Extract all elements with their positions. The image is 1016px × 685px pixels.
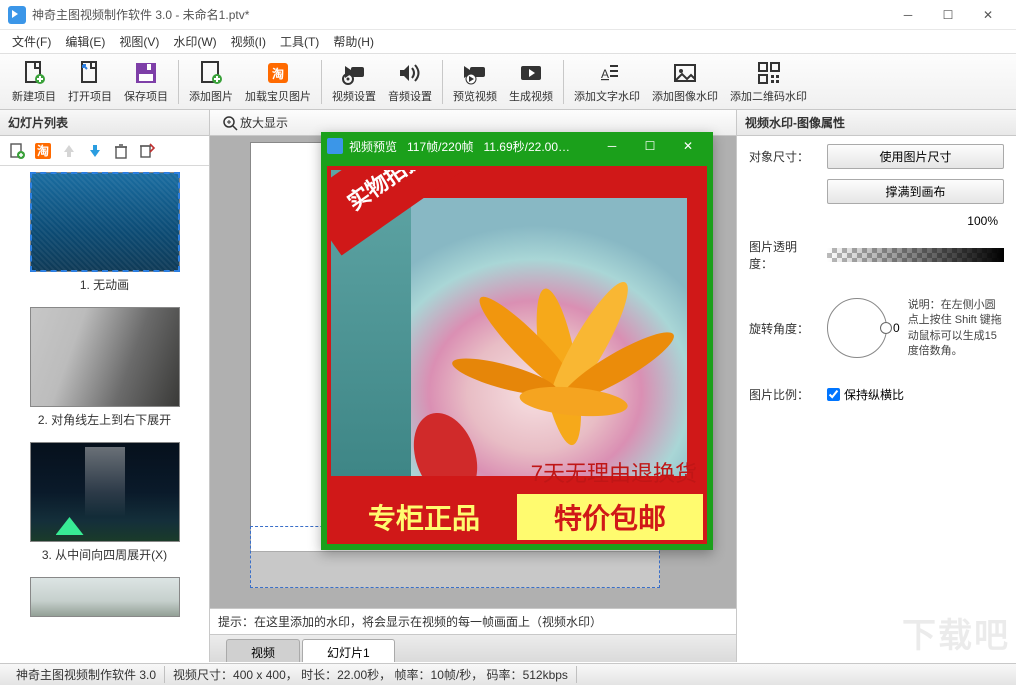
slide-item[interactable]	[14, 577, 195, 617]
maximize-button[interactable]: ☐	[928, 0, 968, 30]
slide-toolbar: 淘	[0, 136, 209, 166]
menu-file[interactable]: 文件(F)	[8, 31, 55, 52]
save-project-button[interactable]: 保存项目	[118, 56, 174, 108]
move-down-icon[interactable]	[84, 140, 106, 162]
properties-title: 视频水印-图像属性	[737, 110, 1016, 136]
qrcode-watermark-button[interactable]: 添加二维码水印	[724, 56, 813, 108]
bottom-text-right: 特价包邮	[517, 494, 703, 540]
preview-time: 11.69秒/22.00…	[484, 138, 571, 155]
use-image-size-button[interactable]: 使用图片尺寸	[827, 144, 1004, 169]
open-project-button[interactable]: 打开项目	[62, 56, 118, 108]
video-preview-window: 视频预览 117帧/220帧 11.69秒/22.00… ─ ☐ ✕	[321, 132, 713, 550]
status-bar: 神奇主图视频制作软件 3.0 视频尺寸：400 x 400， 时长：22.00秒…	[0, 663, 1016, 685]
menubar: 文件(F) 编辑(E) 视图(V) 水印(W) 视频(I) 工具(T) 帮助(H…	[0, 30, 1016, 54]
slide-item[interactable]: 2. 对角线左上到右下展开	[14, 307, 195, 428]
zoom-in-button[interactable]: 放大显示	[218, 114, 292, 131]
preview-maximize-button[interactable]: ☐	[631, 139, 669, 153]
site-watermark: 下载吧	[902, 608, 1010, 657]
status-app: 神奇主图视频制作软件 3.0	[8, 666, 165, 683]
slide-list[interactable]: 1. 无动画 2. 对角线左上到右下展开 3. 从中间向四周展开(X)	[0, 166, 209, 662]
preview-close-button[interactable]: ✕	[669, 139, 707, 153]
preview-canvas: 实物拍摄 7天无理由退换货 专柜正品 特价包邮	[327, 166, 707, 544]
move-up-icon[interactable]	[58, 140, 80, 162]
status-info: 视频尺寸：400 x 400， 时长：22.00秒， 帧率：10帧/秒， 码率：…	[165, 666, 577, 683]
svg-text:A: A	[601, 67, 609, 81]
preview-title: 视频预览	[349, 138, 397, 155]
menu-help[interactable]: 帮助(H)	[329, 31, 378, 52]
text-watermark-button[interactable]: A添加文字水印	[568, 56, 646, 108]
rotate-value: 0	[893, 321, 900, 335]
clear-slides-icon[interactable]	[136, 140, 158, 162]
rotate-dial[interactable]	[827, 298, 887, 358]
preview-minimize-button[interactable]: ─	[593, 139, 631, 153]
menu-tool[interactable]: 工具(T)	[276, 31, 323, 52]
slide-item[interactable]: 1. 无动画	[14, 172, 195, 293]
add-slide-icon[interactable]	[6, 140, 28, 162]
fill-canvas-button[interactable]: 撑满到画布	[827, 179, 1004, 204]
properties-panel: 视频水印-图像属性 对象尺寸： 使用图片尺寸 撑满到画布 100% 图片透明度：…	[736, 110, 1016, 662]
load-baobei-button[interactable]: 淘加载宝贝图片	[239, 56, 317, 108]
main-toolbar: 新建项目 打开项目 保存项目 添加图片 淘加载宝贝图片 视频设置 音频设置 预览…	[0, 54, 1016, 110]
preview-app-icon	[327, 138, 343, 154]
delete-slide-icon[interactable]	[110, 140, 132, 162]
slide-list-panel: 幻灯片列表 淘 1. 无动画 2. 对角线左上到右下展开 3. 从中间向四周展开…	[0, 110, 210, 662]
add-image-button[interactable]: 添加图片	[183, 56, 239, 108]
preview-video-button[interactable]: 预览视频	[447, 56, 503, 108]
rotate-description: 说明：在左侧小圆点上按住 Shift 键拖动鼠标可以生成15度倍数角。	[908, 298, 1004, 360]
new-project-button[interactable]: 新建项目	[6, 56, 62, 108]
tab-slide1[interactable]: 幻灯片1	[302, 639, 395, 662]
preview-titlebar[interactable]: 视频预览 117帧/220帧 11.69秒/22.00… ─ ☐ ✕	[321, 132, 713, 160]
window-titlebar: 神奇主图视频制作软件 3.0 - 未命名1.ptv* ─ ☐ ✕	[0, 0, 1016, 30]
opacity-label: 图片透明度：	[749, 238, 819, 272]
tab-video[interactable]: 视频	[226, 639, 300, 662]
video-settings-button[interactable]: 视频设置	[326, 56, 382, 108]
return-text: 7天无理由退换货	[531, 456, 697, 488]
menu-video[interactable]: 视频(I)	[227, 31, 270, 52]
ratio-label: 图片比例：	[749, 386, 819, 403]
menu-view[interactable]: 视图(V)	[115, 31, 163, 52]
hint-text: 提示：在这里添加的水印，将会显示在视频的每一帧画面上（视频水印）	[210, 608, 736, 634]
audio-settings-button[interactable]: 音频设置	[382, 56, 438, 108]
close-button[interactable]: ✕	[968, 0, 1008, 30]
keep-ratio-checkbox[interactable]: 保持纵横比	[827, 386, 904, 403]
object-size-label: 对象尺寸：	[749, 148, 819, 165]
canvas-tabs: 视频 幻灯片1	[210, 634, 736, 662]
image-watermark-button[interactable]: 添加图像水印	[646, 56, 724, 108]
svg-text:淘: 淘	[37, 143, 49, 158]
slide-item[interactable]: 3. 从中间向四周展开(X)	[14, 442, 195, 563]
bottom-text-left: 专柜正品	[331, 494, 517, 540]
minimize-button[interactable]: ─	[888, 0, 928, 30]
app-icon	[8, 6, 26, 24]
slide-list-title: 幻灯片列表	[0, 110, 209, 136]
svg-text:淘: 淘	[272, 66, 284, 81]
menu-watermark[interactable]: 水印(W)	[169, 31, 220, 52]
menu-edit[interactable]: 编辑(E)	[61, 31, 109, 52]
opacity-value: 100%	[749, 214, 1004, 228]
preview-frame: 117帧/220帧	[407, 138, 474, 155]
tao-slide-icon[interactable]: 淘	[32, 140, 54, 162]
generate-video-button[interactable]: 生成视频	[503, 56, 559, 108]
window-title: 神奇主图视频制作软件 3.0 - 未命名1.ptv*	[32, 6, 249, 23]
opacity-slider[interactable]	[827, 248, 1004, 262]
rotate-label: 旋转角度：	[749, 298, 819, 337]
